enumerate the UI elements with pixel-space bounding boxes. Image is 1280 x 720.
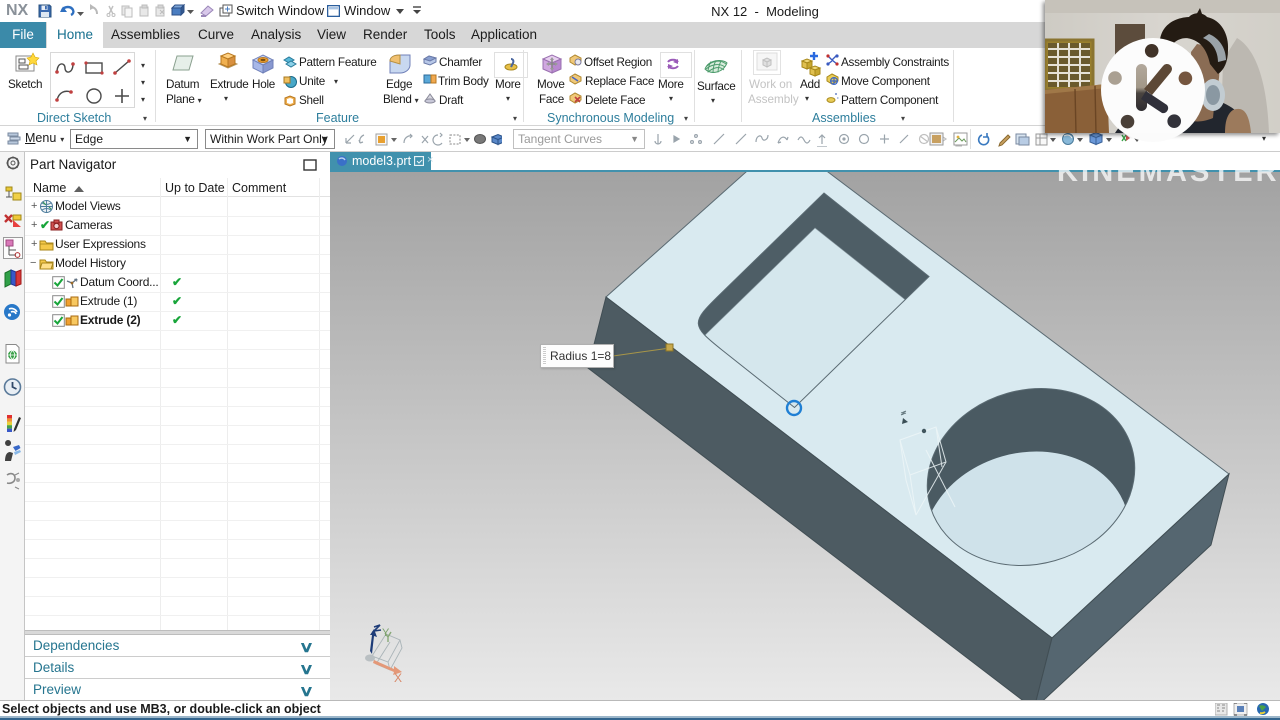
svg-text:X: X xyxy=(394,671,402,685)
svg-text:Y: Y xyxy=(382,627,390,639)
